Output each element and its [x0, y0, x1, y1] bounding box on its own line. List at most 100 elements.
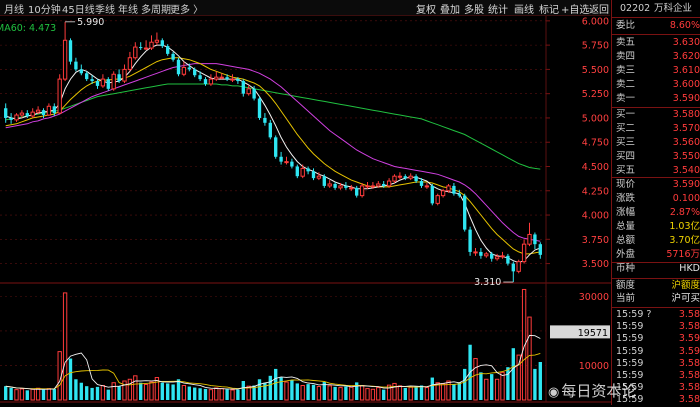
toolbar-right-0[interactable]: 复权 — [416, 1, 436, 16]
volume-bar — [19, 388, 25, 401]
candle-body — [521, 243, 527, 263]
stat-row-0-value: 3.590 — [672, 179, 700, 190]
bid-row-2-label: 买三 — [616, 137, 636, 148]
candle-body — [527, 233, 532, 245]
volume-bar — [370, 388, 376, 401]
watermark: ◉ 每日资本论 — [548, 380, 636, 401]
volume-bar — [414, 386, 418, 400]
candle-body — [376, 183, 381, 187]
volume-bar — [365, 388, 370, 401]
volume-bar — [538, 362, 542, 400]
candle-body — [494, 256, 500, 260]
price-axis-label-10: 3.500 — [582, 259, 609, 270]
candle-body — [370, 185, 376, 188]
ask-row-2: 卖三 3.610 — [612, 64, 700, 78]
ask-row-0-label: 卖五 — [616, 37, 636, 48]
volume-bar — [111, 382, 116, 401]
candle-body — [68, 40, 73, 62]
toolbar-left-4[interactable]: 年线 — [118, 1, 138, 16]
candle-body — [463, 195, 467, 230]
kline-chart[interactable]: 6.000 5.750 5.500 5.250 5.000 4.750 4.500 4.250… — [0, 0, 611, 405]
stat-row-2-label: 涨幅 — [616, 207, 636, 218]
candle-body — [41, 110, 46, 116]
volume-bar — [25, 390, 29, 400]
candle-body — [187, 67, 191, 70]
toolbar-right-5[interactable]: 标记 — [539, 1, 559, 16]
volume-bar — [382, 389, 386, 400]
price-axis-label-3: 5.250 — [582, 89, 609, 100]
stat-row-0-label: 现价 — [616, 179, 636, 190]
volume-bar — [359, 384, 365, 401]
candle-body — [95, 81, 100, 86]
candle-body — [35, 109, 41, 113]
volume-bar — [166, 383, 170, 400]
volume-bar — [52, 388, 56, 400]
toolbar-right-3[interactable]: 统计 — [488, 1, 508, 16]
price-axis-label-2: 5.500 — [582, 65, 609, 76]
toolbar-left-5[interactable]: 多周期 — [141, 1, 171, 16]
quota-row: 额度 沪额度 — [612, 279, 700, 293]
bid-row-1-value: 3.570 — [672, 123, 700, 134]
volume-bar — [187, 386, 191, 400]
candle-body — [230, 78, 235, 81]
candle-body — [430, 185, 434, 204]
candle-body — [533, 234, 537, 245]
ask-row-3-label: 卖二 — [616, 79, 636, 90]
low-annotation: 3.310 — [474, 277, 501, 288]
candle-body — [300, 167, 305, 177]
ask-row-0: 卖五 3.630 — [612, 36, 700, 50]
volume-bar — [397, 385, 403, 401]
volume-bar — [268, 375, 272, 400]
stock-name: 万科企业 — [654, 3, 693, 14]
candle-body — [279, 156, 283, 162]
candle-body — [154, 39, 160, 43]
volume-bar — [46, 388, 52, 401]
volume-bar — [344, 386, 348, 400]
toolbar-right-6[interactable]: +自选 — [561, 1, 589, 16]
candle-body — [252, 88, 256, 99]
candle-body — [219, 76, 224, 79]
volume-bar — [198, 388, 202, 400]
volume-bar — [316, 386, 322, 401]
weibi-label: 委比 — [616, 20, 636, 31]
stat-row-3-value: 1.03亿 — [669, 221, 700, 232]
toolbar-left-0[interactable]: 月线 — [4, 1, 24, 16]
volume-ma-fast — [5, 334, 541, 390]
price-axis-label-0: 6.000 — [582, 16, 609, 27]
candle-body — [57, 78, 62, 114]
current-row: 当前 沪可买 — [612, 292, 700, 306]
toolbar-right-7[interactable]: 返回 — [589, 1, 609, 16]
candle-body — [306, 168, 310, 172]
toolbar-right-2[interactable]: 多股 — [464, 1, 484, 16]
toolbar-left-2[interactable]: 45日线 — [62, 1, 95, 16]
volume-bar — [279, 377, 283, 400]
quote-panel: 02202 万科企业 委比 8.60% 卖五 3.630 卖四 3.620 卖三 3.61… — [611, 0, 700, 405]
candle-body — [236, 79, 240, 82]
candle-body — [74, 61, 78, 70]
candle-body — [246, 88, 251, 95]
volume-bar — [533, 368, 537, 400]
stat-row-4-label: 总额 — [616, 235, 636, 246]
toolbar-left-6[interactable]: 更多 〉 — [170, 1, 203, 16]
candle-body — [452, 185, 456, 194]
volume-bar — [30, 388, 35, 401]
volume-bar — [106, 389, 110, 400]
toolbar-left-1[interactable]: 10分钟 — [28, 1, 61, 16]
toolbar-left-3[interactable]: 季线 — [95, 1, 115, 16]
currency-row: 币种 HKD — [612, 262, 700, 276]
volume-tag: 19571 — [578, 328, 608, 339]
stat-row-0: 现价 3.590 — [612, 178, 700, 192]
volume-bar — [408, 386, 413, 401]
candle-body — [9, 117, 13, 120]
volume-bar — [327, 385, 332, 401]
toolbar-right-4[interactable]: 画线 — [514, 1, 534, 16]
bid-row-4-label: 买五 — [616, 165, 636, 176]
watermark-text: 每日资本论 — [561, 382, 637, 400]
candle-body — [457, 193, 461, 196]
candle-body — [160, 40, 164, 47]
candle-body — [268, 122, 272, 138]
volume-bar — [14, 389, 19, 401]
toolbar-right-1[interactable]: 叠加 — [440, 1, 460, 16]
candle-body — [500, 255, 505, 258]
candle-body — [52, 106, 56, 114]
